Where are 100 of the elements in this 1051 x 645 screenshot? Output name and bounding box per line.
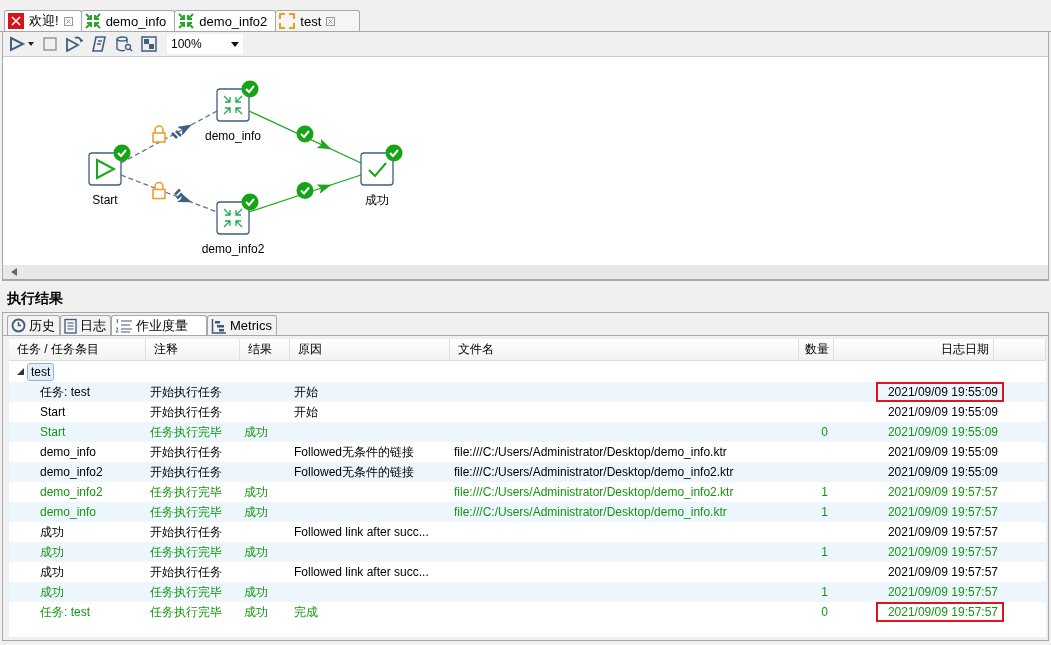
table-cell-text: 成功 bbox=[40, 523, 65, 541]
close-icon[interactable] bbox=[326, 16, 336, 26]
run-button[interactable] bbox=[9, 36, 35, 52]
table-cell-text: demo_info2 bbox=[40, 485, 104, 499]
table-cell-text: demo_info2 bbox=[40, 465, 104, 479]
expanded-triangle-icon[interactable] bbox=[17, 368, 24, 375]
column-header[interactable]: 结果 bbox=[240, 339, 290, 360]
table-cell-text: 成功 bbox=[244, 503, 269, 521]
table-cell-text: Followed无条件的链接 bbox=[294, 463, 416, 481]
node-label: demo_info bbox=[205, 129, 261, 143]
table-cell: 0 bbox=[821, 605, 828, 619]
job-entry-node[interactable] bbox=[216, 88, 250, 122]
result-tab[interactable]: Metrics bbox=[207, 315, 277, 335]
table-cell-text: 开始执行任务 bbox=[150, 403, 223, 421]
job-entry-node[interactable] bbox=[216, 201, 250, 235]
script-button[interactable] bbox=[91, 36, 107, 52]
table-cell-text: 2021/09/09 19:57:57 bbox=[886, 584, 999, 601]
table-cell-text: demo_info bbox=[40, 445, 98, 459]
table-cell-text: 2021/09/09 19:55:09 bbox=[886, 404, 999, 421]
column-header[interactable]: 日志日期 bbox=[834, 339, 994, 360]
lock-icon bbox=[152, 125, 166, 143]
table-cell-text: file:///C:/Users/Administrator/Desktop/demo_info2.ktr bbox=[454, 465, 735, 479]
column-header[interactable]: 数量 bbox=[799, 339, 834, 360]
table-cell-text: 成功 bbox=[244, 603, 269, 621]
table-cell-text: 任务执行完毕 bbox=[150, 423, 223, 441]
table-cell-text: 开始执行任务 bbox=[150, 463, 223, 481]
check-icon bbox=[241, 80, 259, 98]
table-cell-text: 成功 bbox=[40, 583, 65, 601]
scroll-left-icon[interactable] bbox=[11, 268, 17, 276]
column-header[interactable]: 文件名 bbox=[450, 339, 799, 360]
editor-tab[interactable]: test bbox=[275, 10, 361, 31]
result-tab[interactable]: 日志 bbox=[60, 315, 111, 335]
table-cell-text: 2021/09/09 19:55:09 bbox=[886, 464, 999, 481]
result-tab[interactable]: 历史 bbox=[7, 315, 60, 335]
lock-icon bbox=[152, 181, 166, 200]
panel-title: 执行结果 bbox=[6, 289, 64, 308]
table-cell-text: 2021/09/09 19:57:57 bbox=[886, 524, 999, 541]
table-cell-text: Start bbox=[40, 405, 67, 419]
table-cell-text: Followed link after succ... bbox=[294, 525, 430, 539]
arrows-outward-icon bbox=[279, 13, 296, 29]
caret-icon bbox=[231, 41, 239, 47]
gantt-icon bbox=[211, 317, 227, 334]
database-search-button[interactable] bbox=[115, 36, 133, 52]
editor-tab[interactable]: 欢迎! bbox=[4, 10, 82, 31]
table-cell-text: 2021/09/09 19:57:57 bbox=[886, 564, 999, 581]
table-cell-text: 成功 bbox=[244, 543, 269, 561]
stop-button[interactable] bbox=[43, 37, 57, 51]
table-cell-text: Followed无条件的链接 bbox=[294, 443, 416, 461]
close-icon[interactable] bbox=[63, 16, 73, 26]
table-cell-text: 任务: test bbox=[40, 603, 91, 621]
column-header[interactable]: 注释 bbox=[146, 339, 240, 360]
table-cell-text: 任务执行完毕 bbox=[150, 583, 223, 601]
table-cell: 2021/09/09 19:57:57 bbox=[875, 602, 1004, 622]
table-cell-text: 任务执行完毕 bbox=[150, 503, 223, 521]
table-cell-text: 2021/09/09 19:55:09 bbox=[886, 424, 999, 441]
node-label: 成功 bbox=[365, 193, 389, 207]
numbered-list-icon bbox=[115, 317, 133, 334]
table-cell-text: 任务: test bbox=[40, 383, 91, 401]
horizontal-scrollbar[interactable] bbox=[3, 265, 1048, 280]
zoom-dropdown[interactable]: 100% bbox=[167, 34, 243, 54]
editor-tab[interactable]: demo_info bbox=[80, 10, 176, 31]
table-cell-text: 开始执行任务 bbox=[150, 563, 223, 581]
check-icon bbox=[296, 182, 314, 199]
table-cell-text: 任务执行完毕 bbox=[150, 603, 223, 621]
table-cell-text: 任务执行完毕 bbox=[150, 543, 223, 561]
table-cell: 1 bbox=[821, 545, 828, 559]
table-cell-text: 2021/09/09 19:57:57 bbox=[886, 484, 999, 501]
table-cell-text: file:///C:/Users/Administrator/Desktop/demo_info.ktr bbox=[454, 445, 728, 459]
column-header[interactable]: 任务 / 任务条目 bbox=[9, 339, 146, 360]
arrows-inward-icon bbox=[178, 13, 195, 29]
node-label: Start bbox=[92, 193, 118, 207]
table-cell-text: file:///C:/Users/Administrator/Desktop/demo_info2.ktr bbox=[454, 485, 735, 499]
layout-button[interactable] bbox=[141, 36, 157, 52]
tree-node[interactable]: test bbox=[27, 362, 55, 381]
table-cell-text: 开始执行任务 bbox=[150, 383, 223, 401]
table-cell-text: 成功 bbox=[244, 483, 269, 501]
table-cell: 1 bbox=[821, 505, 828, 519]
check-icon bbox=[241, 193, 259, 211]
job-entry-node[interactable] bbox=[360, 152, 394, 186]
editor-tab[interactable]: demo_info2 bbox=[174, 10, 277, 31]
node-label: demo_info2 bbox=[201, 242, 265, 256]
clock-icon bbox=[11, 318, 26, 333]
table-cell: 1 bbox=[821, 585, 828, 599]
table-cell-text: 开始执行任务 bbox=[150, 443, 223, 461]
table-cell-text: 开始 bbox=[294, 383, 319, 401]
check-icon bbox=[385, 144, 403, 162]
table-cell-text: 2021/09/09 19:57:57 bbox=[886, 544, 999, 561]
table-cell-text: 成功 bbox=[40, 563, 65, 581]
table-cell-text: 完成 bbox=[294, 603, 319, 621]
table-cell: 2021/09/09 19:55:09 bbox=[875, 382, 1004, 402]
table-cell: 1 bbox=[821, 485, 828, 499]
replay-button[interactable] bbox=[65, 36, 83, 52]
notepad-icon bbox=[64, 317, 77, 334]
check-icon bbox=[296, 125, 314, 143]
table-cell-text: demo_info bbox=[40, 505, 98, 519]
column-header[interactable]: 原因 bbox=[290, 339, 450, 360]
table-cell-text: 开始 bbox=[294, 403, 319, 421]
result-tab[interactable]: 作业度量 bbox=[111, 315, 207, 335]
table-cell-text: 任务执行完毕 bbox=[150, 483, 223, 501]
job-entry-node[interactable] bbox=[88, 152, 122, 186]
